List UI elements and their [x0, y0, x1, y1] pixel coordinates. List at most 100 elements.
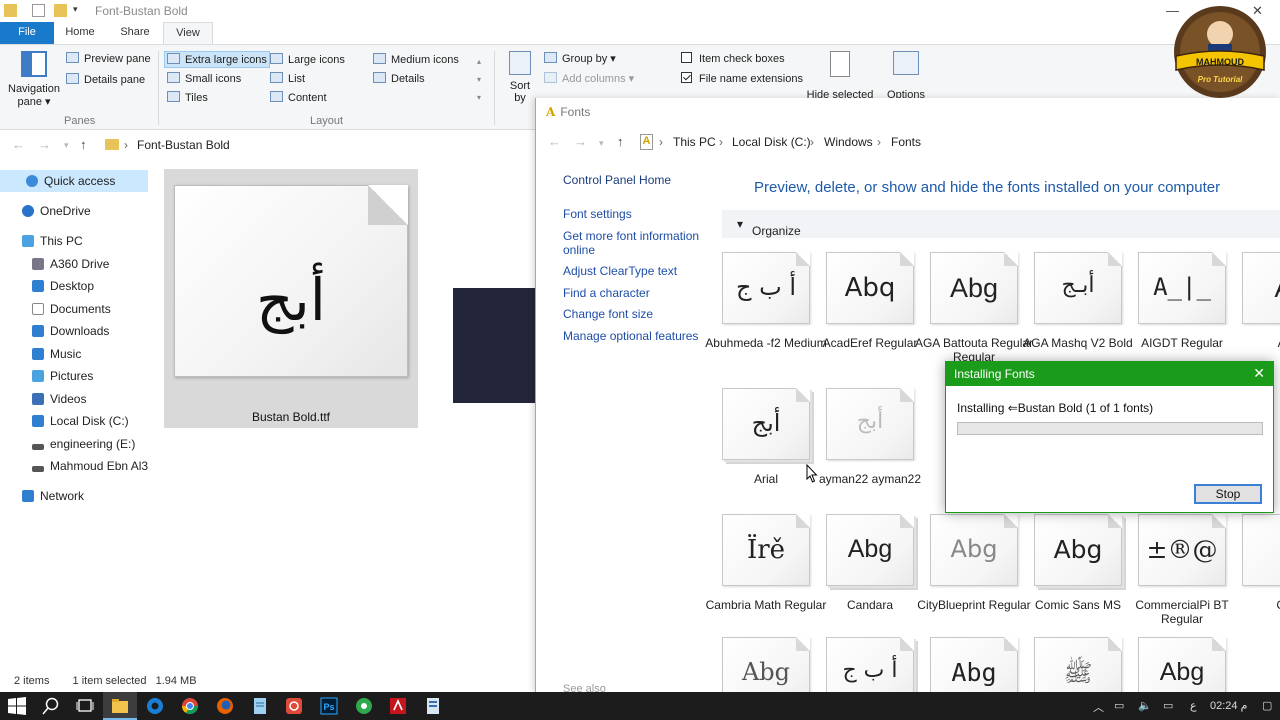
font-file-icon: Abg: [1138, 637, 1226, 692]
camtasia-icon[interactable]: [355, 697, 373, 715]
notifications-icon[interactable]: ▢: [1262, 699, 1272, 712]
autocad-icon[interactable]: [389, 697, 407, 715]
task-view-icon[interactable]: [76, 697, 94, 715]
network-tray-icon[interactable]: ▭: [1163, 699, 1173, 712]
large-icons-button[interactable]: Large icons: [270, 53, 345, 66]
extra-large-icons-button[interactable]: Extra large icons: [164, 51, 270, 68]
organize-button[interactable]: Organize ▾: [737, 217, 801, 238]
tab-share[interactable]: Share: [113, 22, 157, 44]
search-icon[interactable]: [42, 697, 60, 715]
nav-local-disk[interactable]: Local Disk (C:): [0, 410, 148, 432]
new-folder-icon[interactable]: [54, 4, 67, 17]
tray-app-icon[interactable]: ▭: [1114, 699, 1124, 712]
content-button[interactable]: Content: [270, 91, 327, 104]
see-also-label: See also: [563, 683, 606, 692]
sort-icon: [509, 51, 531, 75]
stop-button[interactable]: Stop: [1194, 484, 1262, 504]
nav-engineering[interactable]: engineering (E:): [0, 433, 148, 455]
manage-optional-features-link[interactable]: Manage optional features: [563, 329, 698, 343]
adjust-cleartype-link[interactable]: Adjust ClearType text: [563, 264, 677, 278]
firefox-icon[interactable]: [216, 697, 234, 715]
font-settings-link[interactable]: Font settings: [563, 207, 632, 221]
nav-mahmoud[interactable]: Mahmoud Ebn Al3ps: [0, 455, 148, 477]
item-check-boxes-toggle[interactable]: Item check boxes: [681, 52, 785, 65]
font-name: Alc: [1224, 336, 1280, 350]
up-arrow-icon[interactable]: ↑: [80, 137, 87, 152]
group-by-button[interactable]: Group by ▾: [544, 52, 616, 65]
tab-file[interactable]: File: [0, 22, 54, 44]
file-explorer-icon[interactable]: [111, 697, 129, 715]
small-icons-icon: [167, 72, 180, 83]
file-item-bustan-bold[interactable]: أبج Bustan Bold.ttf: [164, 169, 418, 428]
forward-arrow-icon[interactable]: →: [574, 134, 587, 149]
breadcrumb-separator-icon: ›: [810, 135, 814, 149]
nav-pictures[interactable]: Pictures: [0, 365, 148, 387]
back-arrow-icon[interactable]: ←: [12, 137, 25, 152]
tab-view[interactable]: View: [163, 22, 213, 44]
sort-by-label: Sort: [509, 80, 531, 92]
preview-pane-button[interactable]: Preview pane: [66, 52, 151, 65]
tray-overflow-icon[interactable]: ︿: [1093, 699, 1104, 715]
medium-icons-button[interactable]: Medium icons: [373, 53, 459, 66]
find-character-link[interactable]: Find a character: [563, 286, 650, 300]
file-name-extensions-toggle[interactable]: File name extensions: [681, 72, 803, 85]
add-columns-icon: [544, 72, 557, 83]
breadcrumb-separator-icon: ›: [659, 135, 663, 149]
sort-by-button[interactable]: Sort by: [505, 51, 535, 104]
breadcrumb-windows[interactable]: Windows: [824, 135, 873, 149]
badge-subtext: Pro Tutorial: [1198, 75, 1244, 84]
nav-network[interactable]: Network: [0, 485, 148, 507]
forward-arrow-icon[interactable]: →: [38, 137, 51, 152]
edge-browser-icon[interactable]: [146, 697, 164, 715]
drive-icon: [32, 258, 44, 270]
chrome-icon[interactable]: [181, 697, 199, 715]
layout-scroll-icon[interactable]: ▴ ▾ ▾: [477, 53, 481, 107]
close-icon[interactable]: ✕: [1253, 365, 1265, 382]
recent-dropdown-icon[interactable]: ▾: [599, 138, 604, 149]
volume-icon[interactable]: 🔈: [1138, 699, 1152, 712]
language-indicator[interactable]: ع: [1190, 699, 1197, 712]
font-file-icon: Ïrě: [722, 514, 810, 586]
recent-dropdown-icon[interactable]: ▾: [64, 140, 69, 151]
document-app-icon[interactable]: [424, 697, 442, 715]
nav-music[interactable]: Music: [0, 343, 148, 365]
app-icon[interactable]: [285, 697, 303, 715]
image-thumbnail[interactable]: [453, 288, 538, 403]
nav-quick-access[interactable]: Quick access: [0, 170, 148, 192]
tiles-button[interactable]: Tiles: [167, 91, 208, 104]
qat-dropdown-icon[interactable]: ▾: [73, 4, 78, 15]
details-button[interactable]: Details: [373, 72, 425, 85]
get-more-font-info-link[interactable]: Get more font information online: [563, 229, 699, 257]
nav-videos[interactable]: Videos: [0, 388, 148, 410]
navigation-pane-button[interactable]: Navigation pane ▾: [6, 51, 62, 108]
options-button[interactable]: Options: [883, 51, 929, 101]
control-panel-home-link[interactable]: Control Panel Home: [563, 173, 671, 187]
up-arrow-icon[interactable]: ↑: [617, 134, 624, 149]
breadcrumb-fonts[interactable]: Fonts: [891, 135, 921, 149]
small-icons-button[interactable]: Small icons: [167, 72, 241, 85]
windows-start-icon[interactable]: [8, 697, 26, 715]
properties-icon[interactable]: [32, 4, 45, 17]
font-sample-glyph: Abq: [844, 273, 896, 303]
breadcrumb-current[interactable]: Font-Bustan Bold: [137, 138, 230, 152]
list-button[interactable]: List: [270, 72, 305, 85]
change-font-size-link[interactable]: Change font size: [563, 307, 653, 321]
back-arrow-icon[interactable]: ←: [548, 134, 561, 149]
details-pane-button[interactable]: Details pane: [66, 73, 145, 86]
desktop-icon: [32, 280, 44, 292]
breadcrumb-local-disk[interactable]: Local Disk (C:): [732, 135, 811, 149]
tab-home[interactable]: Home: [58, 22, 102, 44]
nav-documents[interactable]: Documents: [0, 298, 148, 320]
nav-onedrive[interactable]: OneDrive: [0, 200, 148, 222]
hide-selected-button[interactable]: Hide selected: [805, 51, 875, 101]
nav-a360[interactable]: A360 Drive: [0, 253, 148, 275]
nav-desktop[interactable]: Desktop: [0, 275, 148, 297]
breadcrumb-separator-icon: ›: [877, 135, 881, 149]
nav-this-pc[interactable]: This PC: [0, 230, 148, 252]
add-columns-button[interactable]: Add columns ▾: [544, 72, 634, 85]
clock-time[interactable]: م 02:24: [1210, 699, 1247, 712]
breadcrumb-this-pc[interactable]: This PC: [673, 135, 716, 149]
nav-downloads[interactable]: Downloads: [0, 320, 148, 342]
photoshop-icon[interactable]: Ps: [320, 697, 338, 715]
notepad-icon[interactable]: [251, 697, 269, 715]
